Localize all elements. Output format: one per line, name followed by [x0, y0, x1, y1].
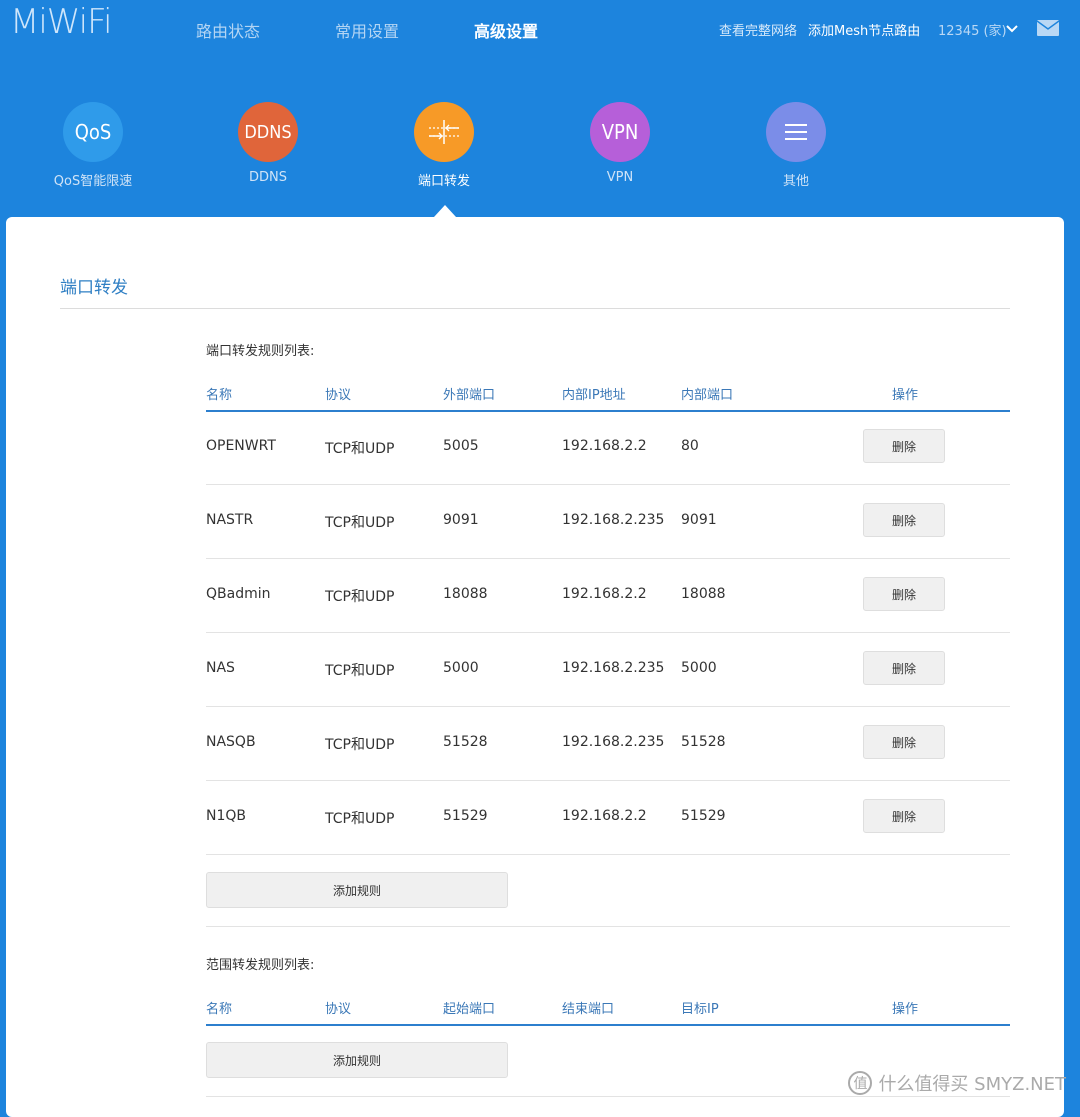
range-rules-title: 范围转发规则列表: — [206, 958, 315, 973]
menu-icon — [766, 102, 826, 162]
mail-icon[interactable] — [1037, 20, 1059, 36]
feature-label: 其他 — [782, 174, 809, 189]
divider — [60, 308, 1010, 309]
cell-name: NASQB — [206, 734, 256, 750]
cell-protocol: TCP和UDP — [325, 663, 395, 679]
watermark: 值 什么值得买 SMYZ.NET — [848, 1070, 1066, 1096]
ddns-icon: DDNS — [238, 102, 298, 162]
active-tab-pointer — [434, 205, 456, 217]
cell-int-port: 18088 — [681, 586, 726, 602]
col-ext-port: 外部端口 — [443, 388, 496, 403]
col-protocol: 协议 — [325, 388, 352, 403]
feature-label: 端口转发 — [417, 174, 470, 189]
table-row: QBadmin TCP和UDP 18088 192.168.2.2 18088 … — [206, 558, 1010, 633]
add-mesh-link[interactable]: 添加Mesh节点路由 — [808, 20, 920, 39]
feature-ddns[interactable]: DDNS DDNS — [208, 102, 328, 185]
cell-ip: 192.168.2.2 — [562, 586, 647, 602]
qos-icon: QoS — [63, 102, 123, 162]
divider — [206, 1096, 1010, 1097]
delete-button[interactable]: 删除 — [863, 429, 945, 463]
feature-label: DDNS — [249, 170, 287, 185]
delete-button[interactable]: 删除 — [863, 799, 945, 833]
cell-protocol: TCP和UDP — [325, 737, 395, 753]
cell-name: QBadmin — [206, 586, 271, 602]
col-name: 名称 — [206, 1002, 233, 1017]
col-action: 操作 — [892, 1002, 919, 1017]
feature-label: QoS智能限速 — [53, 174, 133, 189]
cell-ext-port: 51529 — [443, 808, 488, 824]
port-rules-header: 名称 协议 外部端口 内部IP地址 内部端口 操作 — [206, 384, 1010, 412]
col-protocol: 协议 — [325, 1002, 352, 1017]
cell-name: NAS — [206, 660, 235, 676]
feature-other[interactable]: 其他 — [736, 102, 856, 189]
cell-name: NASTR — [206, 512, 254, 528]
cell-ip: 192.168.2.235 — [562, 734, 665, 750]
delete-button[interactable]: 删除 — [863, 725, 945, 759]
table-row: NASTR TCP和UDP 9091 192.168.2.235 9091 删除 — [206, 484, 1010, 559]
cell-ext-port: 9091 — [443, 512, 479, 528]
cell-int-port: 51528 — [681, 734, 726, 750]
cell-ext-port: 51528 — [443, 734, 488, 750]
cell-int-port: 5000 — [681, 660, 717, 676]
feature-qos[interactable]: QoS QoS智能限速 — [33, 102, 153, 189]
cell-ip: 192.168.2.235 — [562, 660, 665, 676]
cell-int-port: 9091 — [681, 512, 717, 528]
table-row: N1QB TCP和UDP 51529 192.168.2.2 51529 删除 — [206, 780, 1010, 855]
cell-name: OPENWRT — [206, 438, 276, 454]
port-forward-icon — [414, 102, 474, 162]
vpn-icon: VPN — [590, 102, 650, 162]
cell-protocol: TCP和UDP — [325, 811, 395, 827]
add-port-rule-button[interactable]: 添加规则 — [206, 872, 508, 908]
cell-ext-port: 5005 — [443, 438, 479, 454]
col-start-port: 起始端口 — [443, 1002, 496, 1017]
cell-ip: 192.168.2.2 — [562, 808, 647, 824]
chevron-down-icon[interactable] — [1005, 19, 1019, 39]
feature-vpn[interactable]: VPN VPN — [560, 102, 680, 185]
cell-int-port: 80 — [681, 438, 699, 454]
miwifi-logo: MiWiFi — [10, 2, 113, 42]
delete-button[interactable]: 删除 — [863, 503, 945, 537]
table-row: OPENWRT TCP和UDP 5005 192.168.2.2 80 删除 — [206, 410, 1010, 485]
nav-advanced-settings[interactable]: 高级设置 — [474, 18, 538, 42]
cell-name: N1QB — [206, 808, 247, 824]
col-int-port: 内部端口 — [681, 388, 734, 403]
delete-button[interactable]: 删除 — [863, 577, 945, 611]
add-range-rule-button[interactable]: 添加规则 — [206, 1042, 508, 1078]
divider — [206, 926, 1010, 927]
cell-int-port: 51529 — [681, 808, 726, 824]
port-rules-title: 端口转发规则列表: — [206, 344, 315, 359]
router-selector[interactable]: 12345 (家) — [938, 20, 1007, 39]
cell-protocol: TCP和UDP — [325, 441, 395, 457]
cell-protocol: TCP和UDP — [325, 515, 395, 531]
col-int-ip: 内部IP地址 — [562, 388, 626, 403]
delete-button[interactable]: 删除 — [863, 651, 945, 685]
watermark-text: 什么值得买 SMYZ.NET — [878, 1074, 1066, 1095]
range-rules-header: 名称 协议 起始端口 结束端口 目标IP 操作 — [206, 998, 1010, 1026]
col-action: 操作 — [892, 388, 919, 403]
cell-ext-port: 18088 — [443, 586, 488, 602]
main-panel: 端口转发 端口转发规则列表: 名称 协议 外部端口 内部IP地址 内部端口 操作… — [6, 217, 1064, 1117]
page-title: 端口转发 — [60, 278, 128, 298]
nav-router-status[interactable]: 路由状态 — [196, 18, 260, 42]
nav-common-settings[interactable]: 常用设置 — [335, 18, 399, 42]
table-row: NAS TCP和UDP 5000 192.168.2.235 5000 删除 — [206, 632, 1010, 707]
feature-label: VPN — [606, 170, 634, 185]
col-target-ip: 目标IP — [681, 1002, 719, 1017]
view-network-link[interactable]: 查看完整网络 — [719, 20, 797, 39]
watermark-logo-icon: 值 — [848, 1071, 873, 1095]
cell-protocol: TCP和UDP — [325, 589, 395, 605]
cell-ip: 192.168.2.2 — [562, 438, 647, 454]
col-end-port: 结束端口 — [562, 1002, 615, 1017]
cell-ip: 192.168.2.235 — [562, 512, 665, 528]
feature-port-forward[interactable]: 端口转发 — [384, 102, 504, 189]
table-row: NASQB TCP和UDP 51528 192.168.2.235 51528 … — [206, 706, 1010, 781]
cell-ext-port: 5000 — [443, 660, 479, 676]
col-name: 名称 — [206, 388, 233, 403]
